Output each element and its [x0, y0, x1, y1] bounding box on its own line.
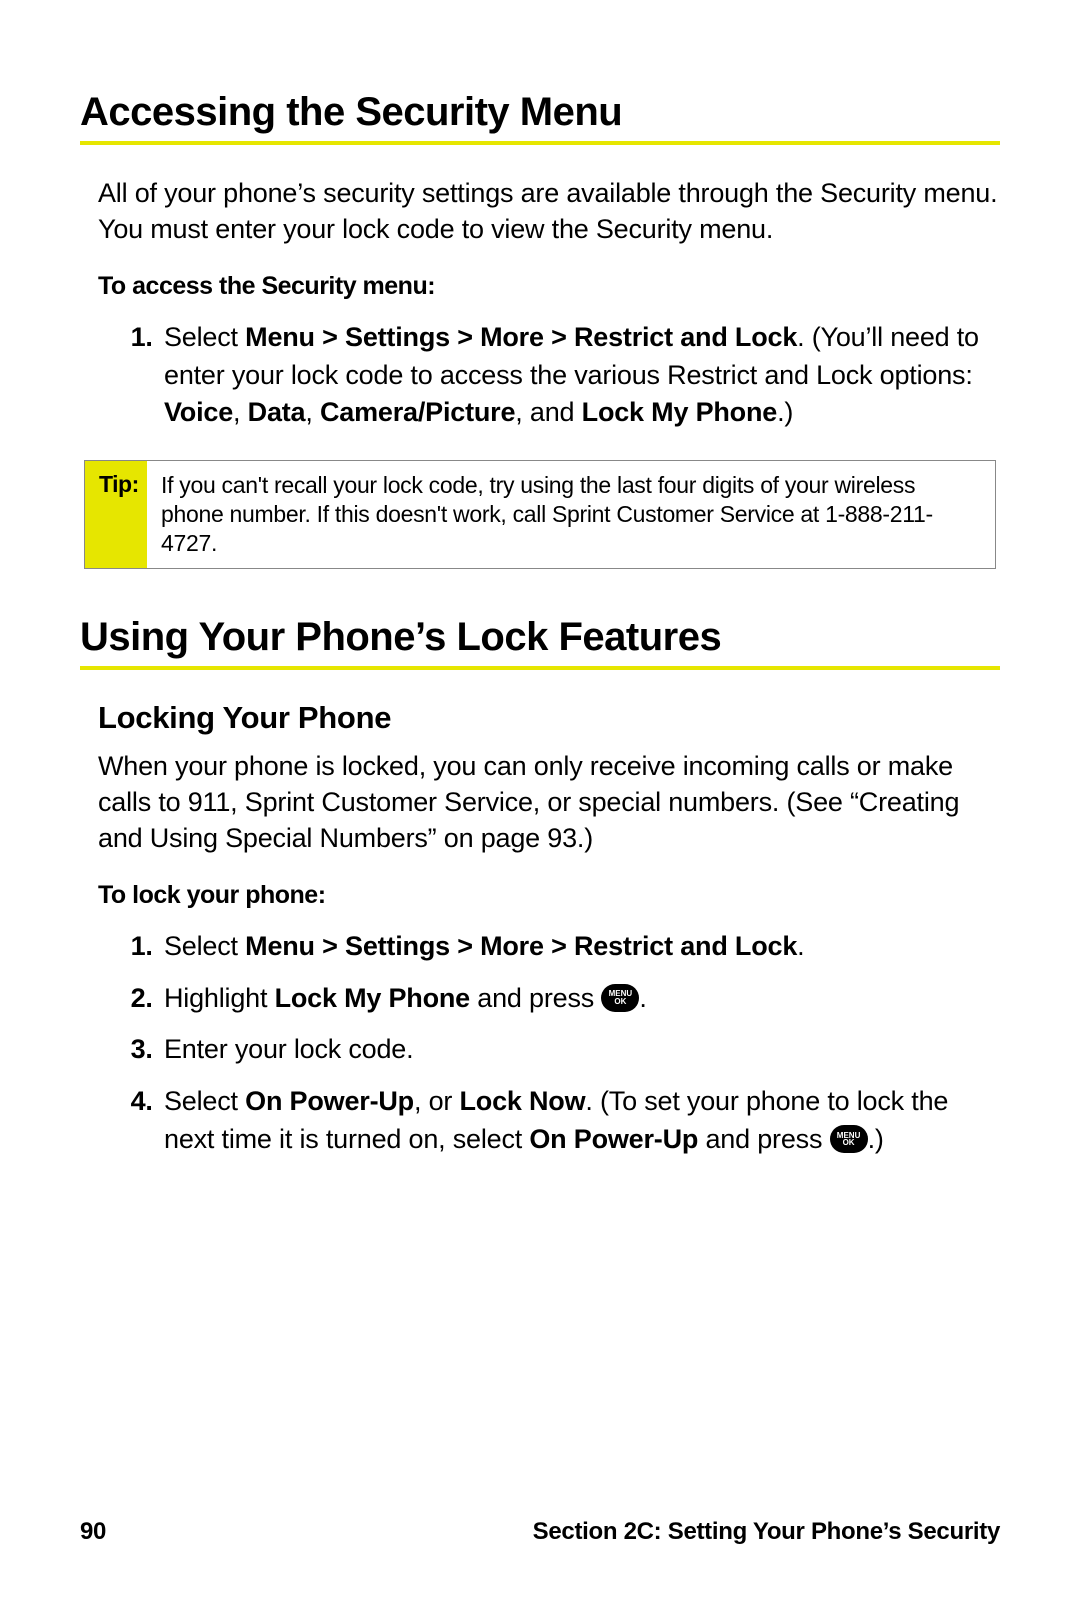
menu-ok-icon: MENUOK — [830, 1125, 868, 1153]
text: and press — [698, 1124, 829, 1154]
bold-text: Lock My Phone — [275, 983, 470, 1013]
step-item: Enter your lock code. — [160, 1031, 1000, 1069]
text: , or — [414, 1086, 460, 1116]
icon-text-bottom: OK — [843, 1139, 855, 1146]
subhead-access-security: To access the Security menu: — [80, 272, 1000, 301]
text: . — [797, 931, 804, 961]
text: .) — [868, 1124, 884, 1154]
bold-text: Menu > Settings > More > Restrict and Lo… — [245, 322, 797, 352]
text: , and — [515, 397, 581, 427]
section-label: Section 2C: Setting Your Phone’s Securit… — [533, 1518, 1000, 1546]
step-item: Select Menu > Settings > More > Restrict… — [160, 928, 1000, 966]
subhead-lock-phone: To lock your phone: — [80, 881, 1000, 910]
bold-text: On Power-Up — [245, 1086, 414, 1116]
text: Select — [164, 931, 245, 961]
menu-ok-icon: MENUOK — [601, 984, 639, 1012]
text: Select — [164, 1086, 245, 1116]
bold-text: Camera/Picture — [320, 397, 515, 427]
steps-access-security: Select Menu > Settings > More > Restrict… — [80, 319, 1000, 432]
tip-label: Tip: — [85, 461, 147, 567]
step-item: Select Menu > Settings > More > Restrict… — [160, 319, 1000, 432]
text: and press — [470, 983, 601, 1013]
subheading-locking-phone: Locking Your Phone — [98, 700, 1000, 736]
bold-text: Lock My Phone — [582, 397, 777, 427]
text: . — [639, 983, 646, 1013]
text: , — [233, 397, 248, 427]
icon-text-bottom: OK — [614, 998, 626, 1005]
heading-rule — [80, 141, 1000, 145]
step-item: Highlight Lock My Phone and press MENUOK… — [160, 980, 1000, 1018]
text: , — [305, 397, 320, 427]
text: Select — [164, 322, 245, 352]
heading-rule — [80, 666, 1000, 670]
bold-text: On Power-Up — [529, 1124, 698, 1154]
step-item: Select On Power-Up, or Lock Now. (To set… — [160, 1083, 1000, 1159]
heading-accessing-security: Accessing the Security Menu — [80, 90, 1000, 135]
manual-page: Accessing the Security Menu All of your … — [0, 0, 1080, 1620]
intro-paragraph-1: All of your phone’s security settings ar… — [80, 175, 1000, 248]
bold-text: Lock Now — [459, 1086, 585, 1116]
heading-lock-features: Using Your Phone’s Lock Features — [80, 615, 1000, 660]
bold-text: Menu > Settings > More > Restrict and Lo… — [245, 931, 797, 961]
steps-lock-phone: Select Menu > Settings > More > Restrict… — [80, 928, 1000, 1159]
bold-text: Data — [248, 397, 306, 427]
page-number: 90 — [80, 1518, 106, 1546]
text: Highlight — [164, 983, 275, 1013]
text: .) — [777, 397, 793, 427]
intro-paragraph-2: When your phone is locked, you can only … — [80, 748, 1000, 857]
tip-box: Tip: If you can't recall your lock code,… — [84, 460, 996, 568]
tip-text: If you can't recall your lock code, try … — [147, 461, 995, 567]
bold-text: Voice — [164, 397, 233, 427]
page-footer: 90 Section 2C: Setting Your Phone’s Secu… — [80, 1518, 1000, 1546]
